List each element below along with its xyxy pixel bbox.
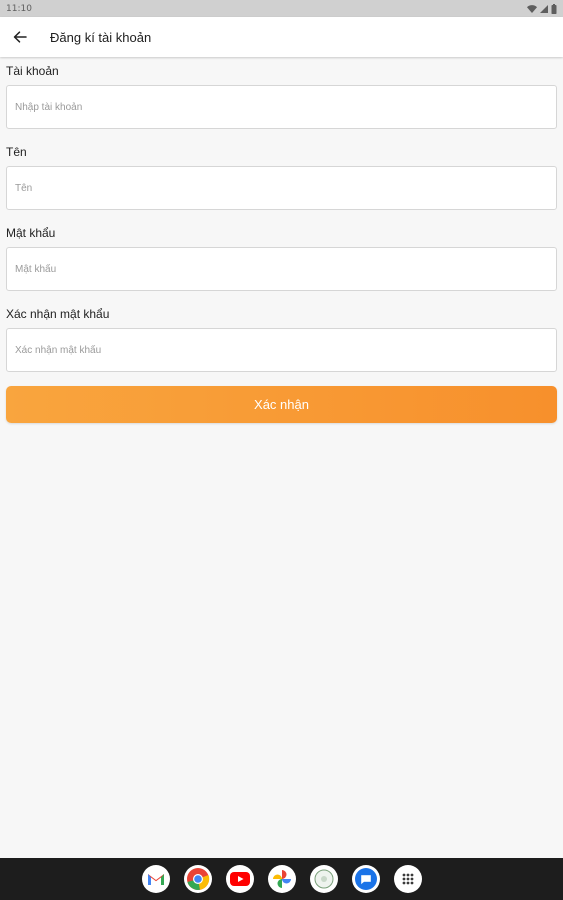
navigation-dock xyxy=(0,858,563,900)
account-field-group: Tài khoản xyxy=(6,57,557,129)
camera-app[interactable] xyxy=(309,865,338,893)
arrow-left-icon xyxy=(13,31,27,43)
photos-icon xyxy=(272,870,291,888)
confirm-password-field-group: Xác nhận mật khẩu xyxy=(6,300,557,372)
camera-icon xyxy=(314,869,333,889)
youtube-icon xyxy=(229,872,250,886)
app-drawer[interactable] xyxy=(393,865,422,893)
messages-app[interactable] xyxy=(351,865,380,893)
wifi-icon xyxy=(527,4,537,13)
signal-icon xyxy=(540,4,548,13)
messages-icon xyxy=(354,868,377,890)
chrome-icon xyxy=(186,868,209,890)
status-time: 11:10 xyxy=(6,3,32,14)
app-bar: Đăng kí tài khoản xyxy=(0,17,563,57)
status-icons xyxy=(527,3,557,14)
account-label: Tài khoản xyxy=(6,64,59,78)
password-field-group: Mật khẩu xyxy=(6,219,557,291)
registration-form: Tài khoản Tên Mật khẩu Xác nhận mật khẩu… xyxy=(6,57,557,423)
page-title: Đăng kí tài khoản xyxy=(50,29,152,45)
battery-icon xyxy=(551,3,557,14)
app-drawer-icon xyxy=(402,873,413,885)
confirm-button[interactable]: Xác nhận xyxy=(6,386,557,423)
chrome-app[interactable] xyxy=(183,865,212,893)
name-label: Tên xyxy=(6,145,27,159)
account-input[interactable] xyxy=(6,85,557,129)
gmail-app[interactable] xyxy=(141,865,170,893)
password-input[interactable] xyxy=(6,247,557,291)
name-field-group: Tên xyxy=(6,138,557,210)
confirm-password-input[interactable] xyxy=(6,328,557,372)
gmail-icon xyxy=(147,874,164,885)
confirm-password-label: Xác nhận mật khẩu xyxy=(6,307,110,321)
photos-app[interactable] xyxy=(267,865,296,893)
status-bar: 11:10 xyxy=(0,0,563,17)
youtube-app[interactable] xyxy=(225,865,254,893)
password-label: Mật khẩu xyxy=(6,226,56,240)
name-input[interactable] xyxy=(6,166,557,210)
back-button[interactable] xyxy=(0,17,40,57)
